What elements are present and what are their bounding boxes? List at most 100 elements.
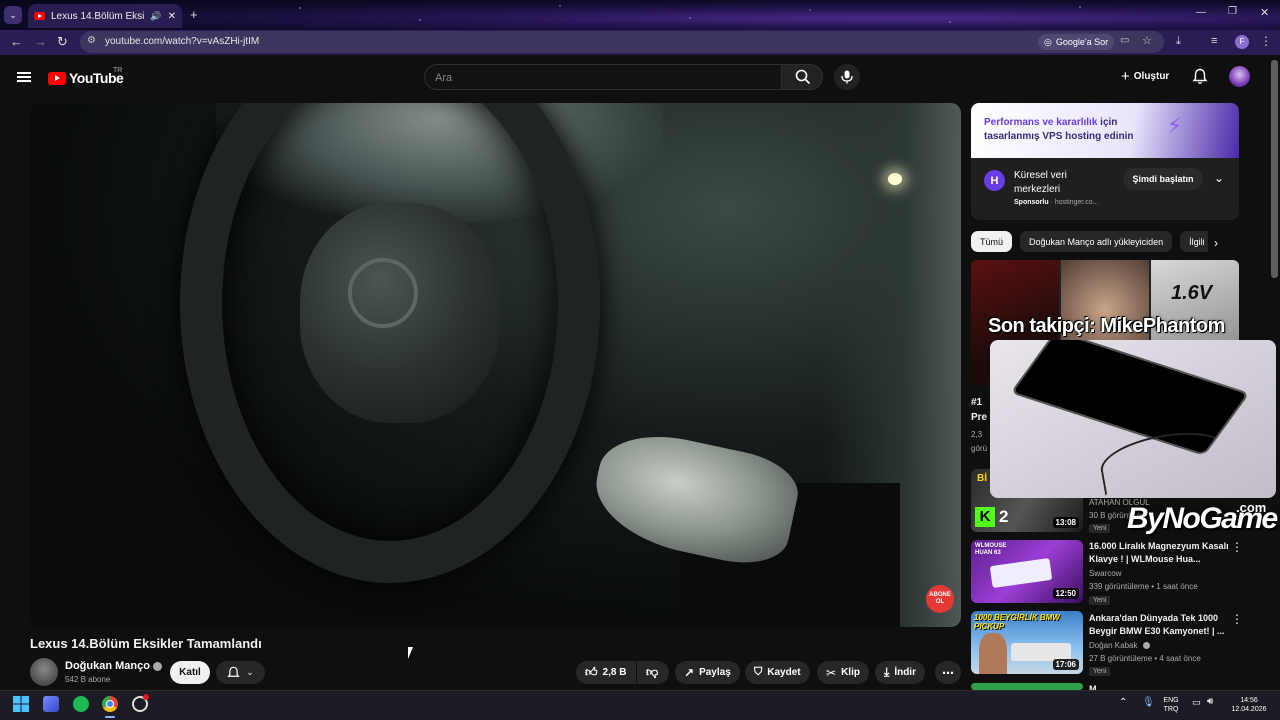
video-player[interactable]: ABONE OL <box>30 103 961 627</box>
save-button[interactable]: ⛉ Kaydet <box>745 661 810 684</box>
new-tab-button[interactable]: + <box>190 7 198 22</box>
thumbs-down-icon: 👎︎ <box>646 665 659 679</box>
browser-tab-active[interactable]: Lexus 14.Bölüm Eksikler Ta 🔊 ✕ <box>28 4 182 28</box>
recommendation-thumbnail[interactable]: 1000 BEYGİRLİK BMW PICKUP 17:06 <box>971 611 1083 674</box>
clock-date: 12.04.2026 <box>1231 706 1267 713</box>
download-button[interactable]: ⤓ İndir <box>875 661 925 684</box>
thumb-keyboard-image <box>989 557 1053 589</box>
window-minimize-icon[interactable]: — <box>1196 7 1206 18</box>
tray-chevron-up-icon[interactable]: ⌃ <box>1119 697 1127 708</box>
chip-from-uploader[interactable]: Doğukan Manço adlı yükleyiciden <box>1020 231 1173 252</box>
thumb-text: 1.6V <box>1171 282 1213 304</box>
address-bar[interactable]: ⚙ youtube.com/watch?v=vAsZHi-jtIM ◎ Goog… <box>80 31 1164 53</box>
subscription-bell-button[interactable]: ⌄ <box>216 661 265 684</box>
rec-more-icon[interactable]: ⋮ <box>1231 612 1243 626</box>
page-scrollbar[interactable] <box>1271 60 1278 278</box>
subscriber-count: 542 B abone <box>65 675 111 684</box>
bell-icon <box>227 666 240 677</box>
join-button[interactable]: Katıl <box>170 661 210 684</box>
back-arrow-icon[interactable]: ← <box>10 34 23 49</box>
clock[interactable]: 14:56 12.04.2026 <box>1226 696 1272 714</box>
recommendation-thumbnail[interactable]: WLMOUSE HUAN 63 12:50 <box>971 540 1083 603</box>
partial-views: 2,3 <box>971 430 983 439</box>
window-close-icon[interactable]: ✕ <box>1260 6 1269 19</box>
bookmark-star-icon[interactable]: ☆ <box>1142 34 1152 47</box>
rec-title[interactable]: 16.000 Liralık Magnezyum Kasalı Klavye !… <box>1089 540 1229 566</box>
volume-icon[interactable]: 🔊︎ <box>1207 696 1213 707</box>
create-button[interactable]: + Oluştur <box>1116 64 1180 88</box>
like-count: 2,8 B <box>602 667 627 678</box>
more-actions-button[interactable]: ⋯ <box>935 661 961 684</box>
profile-avatar[interactable]: F <box>1235 35 1249 49</box>
bookmark-icon: ⛉ <box>754 666 763 678</box>
ad-expand-chevron-icon[interactable]: ⌄ <box>1214 171 1224 185</box>
cast-icon[interactable]: ▭ <box>1120 35 1129 46</box>
windows-start-icon[interactable] <box>13 696 29 712</box>
like-button[interactable]: 👍︎ 2,8 B <box>576 661 636 684</box>
chip-all[interactable]: Tümü <box>971 231 1013 252</box>
hamburger-menu-icon[interactable] <box>17 72 31 82</box>
video-frame-hand <box>585 423 805 573</box>
search-input[interactable] <box>435 72 765 84</box>
media-control-icon[interactable]: ≡ <box>1211 35 1217 47</box>
video-frame-emblem <box>348 258 418 328</box>
download-label: İndir <box>894 667 916 678</box>
channel-avatar[interactable] <box>30 658 58 686</box>
google-lens-button[interactable]: ◎ Google'a Sor <box>1038 34 1115 50</box>
chevron-down-icon: ⌄ <box>246 667 254 677</box>
tray-mic-icon[interactable]: 🎙︎ <box>1142 697 1155 708</box>
account-avatar[interactable] <box>1229 66 1250 87</box>
browser-menu-icon[interactable]: ⋮ <box>1260 34 1272 48</box>
url-text: youtube.com/watch?v=vAsZHi-jtIM <box>105 36 260 47</box>
ad-banner[interactable]: Performans ve kararlılık için tasarlanmı… <box>971 103 1239 158</box>
obs-icon[interactable] <box>132 694 149 712</box>
rec-title[interactable]: M <box>1089 683 1229 690</box>
dislike-button[interactable]: 👎︎ <box>637 661 669 684</box>
tab-close-icon[interactable]: ✕ <box>168 11 176 22</box>
clip-button[interactable]: ✂ Klip <box>817 661 869 684</box>
language-line1: ENG <box>1163 697 1179 704</box>
ad-cta-button[interactable]: Şimdi başlatın <box>1123 168 1203 190</box>
subscribe-watermark[interactable]: ABONE OL <box>926 585 954 613</box>
sponsored-ad-card[interactable]: Performans ve kararlılık için tasarlanmı… <box>971 103 1239 220</box>
thumb-person-image <box>979 633 1007 674</box>
language-line2: TRQ <box>1163 706 1179 713</box>
scissors-icon: ✂ <box>826 665 837 680</box>
google-lens-label: Google'a Sor <box>1055 37 1109 47</box>
share-button[interactable]: ↗ Paylaş <box>675 661 740 684</box>
thumb-fragment-text: Bİ <box>977 473 987 484</box>
rec-meta: 339 görüntüleme • 1 saat önce <box>1089 582 1198 591</box>
window-restore-icon[interactable]: ❐ <box>1228 6 1237 17</box>
reload-icon[interactable]: ↻ <box>57 34 68 50</box>
display-icon[interactable]: ▭ <box>1192 697 1201 708</box>
download-arrow-icon: ⤓ <box>884 665 890 679</box>
rec-title[interactable]: Ankara'dan Dünyada Tek 1000 Beygir BMW E… <box>1089 612 1229 638</box>
microphone-icon <box>841 70 853 84</box>
channel-name-row[interactable]: Doğukan Manço <box>65 660 162 672</box>
clock-time: 14:56 <box>1240 697 1258 704</box>
rec-channel-row[interactable]: Doğan Kabak <box>1089 640 1150 652</box>
channel-name[interactable]: Doğukan Manço <box>65 660 150 672</box>
recommendation-thumbnail[interactable] <box>971 683 1083 690</box>
site-info-icon[interactable]: ⚙ <box>87 35 96 46</box>
search-button[interactable] <box>781 64 823 90</box>
chips-next-arrow-icon[interactable]: › <box>1214 236 1218 250</box>
search-icon <box>795 69 811 85</box>
speaker-icon[interactable]: 🔊 <box>150 11 161 22</box>
rec-more-icon[interactable]: ⋮ <box>1231 540 1243 554</box>
voice-search-button[interactable] <box>834 64 860 90</box>
desktop-app-icon[interactable] <box>43 696 59 712</box>
download-icon[interactable]: ⤓ <box>1176 35 1181 48</box>
notifications-bell-icon[interactable] <box>1192 68 1208 85</box>
chip-related[interactable]: İlgili <box>1180 231 1209 252</box>
partial-views-2: görü <box>971 444 988 453</box>
bynogame-watermark-suffix: .com <box>1236 500 1267 515</box>
rec-channel[interactable]: Swarcow <box>1089 568 1121 580</box>
spotify-icon[interactable] <box>73 696 89 712</box>
chrome-icon[interactable] <box>102 696 118 712</box>
forward-arrow-icon[interactable]: → <box>34 34 47 49</box>
tab-search-button[interactable]: ⌄ <box>4 6 22 24</box>
save-label: Kaydet <box>767 667 801 678</box>
language-indicator[interactable]: ENG TRQ <box>1160 696 1182 714</box>
new-badge: Yeni <box>1089 524 1111 533</box>
